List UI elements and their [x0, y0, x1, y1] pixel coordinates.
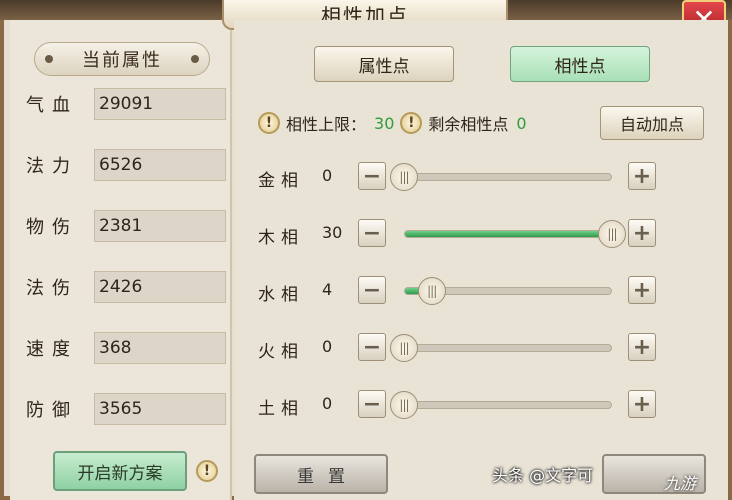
attribute-row-speed: 速度 368 [26, 332, 236, 364]
affinity-slider-handle[interactable]: ||| [390, 391, 418, 419]
affinity-limit-row: ! 相性上限： 30 ! 剩余相性点 0 [258, 110, 533, 136]
info-icon[interactable]: ! [196, 460, 218, 482]
reset-button[interactable]: 重置 [254, 454, 388, 494]
tab-attribute-points[interactable]: 属性点 [314, 46, 454, 82]
affinity-label: 水相 [258, 285, 304, 305]
affinity-panel: 属性点 相性点 ! 相性上限： 30 ! 剩余相性点 0 自动加点 金相 0− ||… [234, 20, 728, 500]
affinity-slider-handle[interactable]: ||| [390, 334, 418, 362]
affinity-slider-track[interactable] [404, 401, 612, 409]
attribute-value: 2381 [94, 210, 226, 242]
attribute-row-mp: 法力 6526 [26, 149, 236, 181]
attribute-row-hp: 气血 29091 [26, 88, 236, 120]
affinity-slider-track[interactable] [404, 173, 612, 181]
watermark-text: 头条 @文字可 [492, 466, 594, 485]
attribute-value: 368 [94, 332, 226, 364]
attribute-value: 2426 [94, 271, 226, 303]
current-attributes-panel: 当前属性 气血 29091 法力 6526 物伤 2381 法伤 2426 速度… [10, 20, 232, 500]
affinity-value: 30 [322, 223, 343, 242]
watermark-logo: 九游 [664, 474, 697, 493]
ornament-dot-icon [45, 55, 53, 63]
attribute-label: 速度 [26, 339, 78, 360]
affinity-slider-row: 水相 4 − ||| + [258, 276, 718, 306]
affinity-label: 土相 [258, 399, 304, 419]
affinity-value: 4 [322, 280, 333, 299]
affinity-cap-label: 相性上限： [286, 115, 367, 134]
info-icon[interactable]: ! [400, 112, 423, 134]
affinity-value: 0 [322, 337, 333, 356]
affinity-value: 0 [322, 166, 333, 185]
increase-button[interactable]: + [628, 162, 656, 190]
current-attributes-title: 当前属性 [34, 42, 210, 76]
ornament-dot-icon [191, 55, 199, 63]
affinity-slider-track[interactable] [404, 344, 612, 352]
info-icon[interactable]: ! [258, 112, 280, 134]
attribute-label: 法伤 [26, 278, 78, 299]
attribute-label: 法力 [26, 156, 78, 177]
affinity-slider-row: 火相 0 − ||| + [258, 333, 718, 363]
auto-allocate-button[interactable]: 自动加点 [600, 106, 704, 140]
attribute-label: 物伤 [26, 217, 78, 238]
attribute-row-physical-damage: 物伤 2381 [26, 210, 236, 242]
attribute-value: 29091 [94, 88, 226, 120]
attribute-row-defense: 防御 3565 [26, 393, 236, 425]
decrease-button[interactable]: − [358, 162, 386, 190]
decrease-button[interactable]: − [358, 390, 386, 418]
affinity-slider-row: 土相 0 − ||| + [258, 390, 718, 420]
current-attributes-title-text: 当前属性 [82, 50, 162, 71]
affinity-label: 金相 [258, 171, 304, 191]
affinity-slider-row: 木相 30− ||| + [258, 219, 718, 249]
affinity-slider-track[interactable] [404, 230, 612, 238]
increase-button[interactable]: + [628, 390, 656, 418]
open-new-plan-button[interactable]: 开启新方案 [53, 451, 187, 491]
attribute-label: 气血 [26, 95, 78, 116]
attribute-value: 3565 [94, 393, 226, 425]
remaining-points-value: 0 [516, 113, 527, 133]
affinity-slider-handle[interactable]: ||| [598, 220, 626, 248]
affinity-label: 木相 [258, 228, 304, 248]
affinity-slider-handle[interactable]: ||| [417, 277, 446, 305]
increase-button[interactable]: + [628, 333, 656, 361]
attribute-label: 防御 [26, 400, 78, 421]
decrease-button[interactable]: − [358, 333, 386, 361]
affinity-slider-handle[interactable]: ||| [390, 163, 418, 191]
attribute-value: 6526 [94, 149, 226, 181]
affinity-slider-row: 金相 0 − ||| + [258, 162, 718, 192]
decrease-button[interactable]: − [358, 219, 386, 247]
tab-affinity-points[interactable]: 相性点 [510, 46, 650, 82]
remaining-points-label: 剩余相性点 [428, 115, 509, 134]
affinity-label: 火相 [258, 342, 304, 362]
affinity-value: 0 [322, 394, 333, 413]
decrease-button[interactable]: − [358, 276, 386, 304]
affinity-cap-value: 30 [374, 113, 395, 133]
attribute-row-magic-damage: 法伤 2426 [26, 271, 236, 303]
increase-button[interactable]: + [628, 276, 656, 304]
affinity-slider-fill [405, 231, 611, 237]
increase-button[interactable]: + [628, 219, 656, 247]
